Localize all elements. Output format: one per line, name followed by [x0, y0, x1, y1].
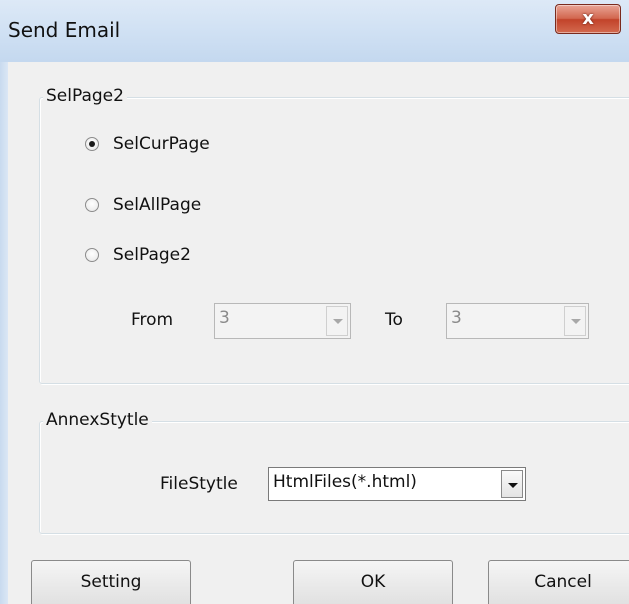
- radio-sel-all-page[interactable]: SelAllPage: [85, 195, 201, 215]
- to-page-value: 3: [451, 308, 462, 328]
- from-page-combo[interactable]: 3: [214, 303, 351, 339]
- dialog-body: SelPage2 SelCurPage SelAllPage SelPage2 …: [8, 62, 629, 604]
- file-style-label: FileStytle: [160, 474, 238, 494]
- radio-sel-page-range-indicator[interactable]: [85, 248, 99, 262]
- chevron-down-icon[interactable]: [326, 306, 348, 336]
- annex-style-group-label: AnnexStytle: [43, 410, 152, 430]
- radio-sel-cur-page-indicator[interactable]: [85, 137, 99, 151]
- from-label: From: [131, 310, 174, 330]
- radio-sel-all-page-label: SelAllPage: [113, 195, 202, 215]
- cancel-button[interactable]: Cancel: [488, 560, 629, 604]
- chevron-down-icon[interactable]: [501, 470, 523, 498]
- ok-button[interactable]: OK: [293, 560, 453, 604]
- window-frame-left: [0, 62, 8, 604]
- radio-sel-cur-page[interactable]: SelCurPage: [85, 134, 210, 154]
- close-button[interactable]: x: [555, 4, 621, 34]
- setting-button[interactable]: Setting: [31, 560, 191, 604]
- to-page-combo[interactable]: 3: [446, 303, 589, 339]
- file-style-select[interactable]: HtmlFiles(*.html): [268, 467, 526, 501]
- radio-sel-page-range-label: SelPage2: [113, 245, 191, 265]
- sel-page-group-label: SelPage2: [43, 86, 127, 106]
- radio-sel-all-page-indicator[interactable]: [85, 198, 99, 212]
- window-title: Send Email: [8, 18, 121, 42]
- to-label: To: [385, 310, 403, 330]
- radio-sel-page-range[interactable]: SelPage2: [85, 245, 191, 265]
- title-bar: Send Email x: [0, 0, 629, 62]
- file-style-value: HtmlFiles(*.html): [273, 472, 417, 492]
- close-icon: x: [582, 8, 594, 29]
- from-page-value: 3: [219, 308, 230, 328]
- radio-sel-cur-page-label: SelCurPage: [113, 134, 210, 154]
- chevron-down-icon[interactable]: [564, 306, 586, 336]
